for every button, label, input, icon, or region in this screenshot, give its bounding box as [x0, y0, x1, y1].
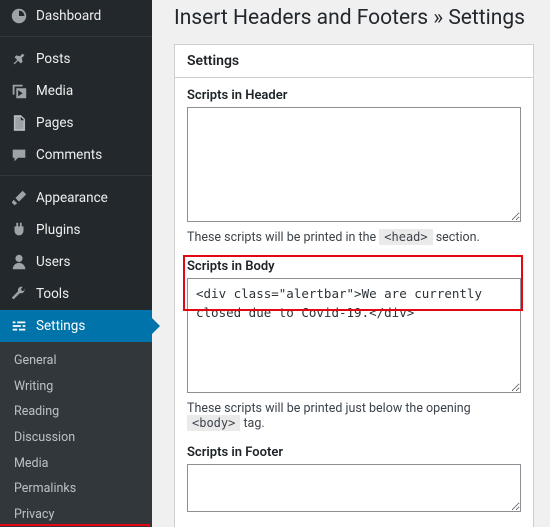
brush-icon: [10, 189, 28, 207]
menu-label: Settings: [36, 318, 85, 334]
field-label: Scripts in Body: [187, 259, 521, 274]
menu-item-comments[interactable]: Comments: [0, 139, 152, 171]
submenu-item[interactable]: Media: [0, 451, 152, 477]
submenu-item[interactable]: Writing: [0, 374, 152, 400]
hint-text: These scripts will be printed just below…: [187, 401, 471, 416]
menu-label: Users: [36, 254, 70, 270]
menu-item-pages[interactable]: Pages: [0, 107, 152, 139]
pin-icon: [10, 50, 28, 68]
sliders-icon: [10, 317, 28, 335]
hint-code: <body>: [187, 415, 240, 431]
dashboard-icon: [10, 7, 28, 25]
field-hint: These scripts will be printed in the <he…: [187, 230, 521, 245]
menu-label: Comments: [36, 147, 102, 163]
main-menu: Dashboard Posts Media Pages Comments: [0, 0, 152, 342]
scripts-footer-textarea[interactable]: [187, 464, 521, 512]
submenu-item[interactable]: Reading: [0, 399, 152, 425]
plug-icon: [10, 221, 28, 239]
menu-item-dashboard[interactable]: Dashboard: [0, 0, 152, 32]
page-icon: [10, 114, 28, 132]
menu-item-settings[interactable]: Settings: [0, 310, 152, 342]
menu-item-users[interactable]: Users: [0, 246, 152, 278]
active-menu-arrow: [152, 318, 160, 334]
admin-sidebar: Dashboard Posts Media Pages Comments: [0, 0, 152, 527]
page-title: Insert Headers and Footers » Settings: [174, 6, 534, 30]
field-scripts-body: Scripts in Body These scripts will be pr…: [187, 259, 521, 431]
menu-label: Plugins: [36, 222, 81, 238]
scripts-body-textarea[interactable]: [187, 278, 521, 393]
menu-item-media[interactable]: Media: [0, 75, 152, 107]
submenu-item[interactable]: Permalinks: [0, 476, 152, 502]
menu-label: Appearance: [36, 190, 108, 206]
settings-panel: Settings Scripts in Header These scripts…: [174, 44, 534, 527]
field-scripts-footer: Scripts in Footer: [187, 445, 521, 516]
panel-body: Scripts in Header These scripts will be …: [175, 78, 533, 527]
media-icon: [10, 82, 28, 100]
field-hint: These scripts will be printed just below…: [187, 401, 521, 431]
submenu-item[interactable]: Discussion: [0, 425, 152, 451]
menu-item-plugins[interactable]: Plugins: [0, 214, 152, 246]
menu-item-posts[interactable]: Posts: [0, 43, 152, 75]
field-label: Scripts in Footer: [187, 445, 521, 460]
hint-code: <head>: [379, 229, 432, 245]
app-root: Dashboard Posts Media Pages Comments: [0, 0, 550, 527]
settings-submenu: GeneralWritingReadingDiscussionMediaPerm…: [0, 342, 152, 527]
hint-text: section.: [433, 230, 480, 245]
menu-label: Tools: [36, 286, 69, 302]
field-label: Scripts in Header: [187, 88, 521, 103]
menu-separator: [0, 36, 152, 41]
menu-item-appearance[interactable]: Appearance: [0, 182, 152, 214]
menu-label: Dashboard: [36, 8, 101, 24]
comment-icon: [10, 146, 28, 164]
user-icon: [10, 253, 28, 271]
content-area: Insert Headers and Footers » Settings Se…: [152, 0, 550, 527]
field-scripts-header: Scripts in Header These scripts will be …: [187, 88, 521, 245]
menu-separator: [0, 175, 152, 180]
submenu-item[interactable]: Privacy: [0, 502, 152, 527]
menu-label: Media: [36, 83, 73, 99]
wrench-icon: [10, 285, 28, 303]
submenu-item[interactable]: General: [0, 348, 152, 374]
submenu-wrap: GeneralWritingReadingDiscussionMediaPerm…: [0, 342, 152, 527]
scripts-header-textarea[interactable]: [187, 107, 521, 222]
hint-text: These scripts will be printed in the: [187, 230, 379, 245]
hint-text: tag.: [240, 416, 264, 431]
panel-heading: Settings: [175, 45, 533, 78]
menu-item-tools[interactable]: Tools: [0, 278, 152, 310]
menu-label: Pages: [36, 115, 74, 131]
menu-label: Posts: [36, 51, 70, 67]
